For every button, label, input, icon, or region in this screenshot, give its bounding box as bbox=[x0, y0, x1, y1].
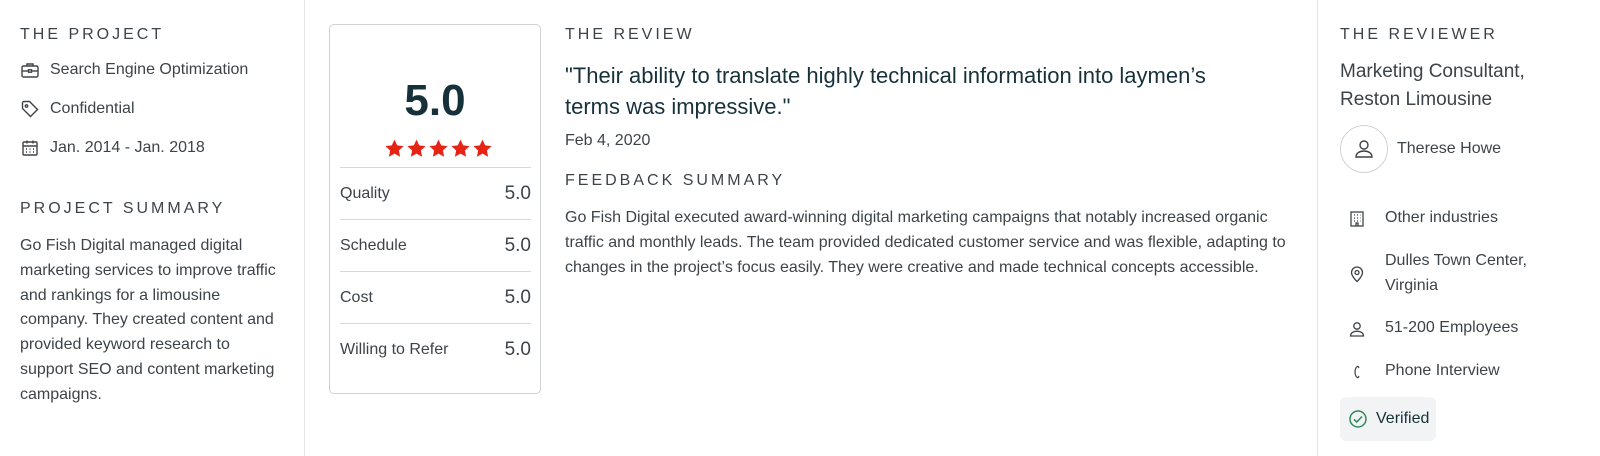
person-icon bbox=[1355, 140, 1373, 158]
star-icon bbox=[407, 139, 426, 157]
reviewer-section-title: THE REVIEWER bbox=[1340, 26, 1498, 43]
rating-row-value: 5.0 bbox=[504, 339, 531, 360]
tag-icon bbox=[20, 99, 40, 119]
reviewer-title: Marketing Consultant, Reston Limousine bbox=[1340, 61, 1525, 110]
project-dates-label: Jan. 2014 - Jan. 2018 bbox=[50, 139, 205, 156]
review-date: Feb 4, 2020 bbox=[565, 132, 651, 149]
reviewer-industry-label: Other industries bbox=[1385, 209, 1498, 226]
feedback-summary-title: FEEDBACK SUMMARY bbox=[565, 172, 786, 189]
rating-card: 5.0 Quality 5.0 Schedule 5.0 Cost 5.0 Willing … bbox=[329, 24, 541, 394]
project-service: Search Engine Optimization bbox=[20, 60, 248, 80]
overall-rating: 5.0 bbox=[404, 76, 466, 125]
rating-row-value: 5.0 bbox=[504, 235, 531, 256]
star-icon bbox=[385, 139, 404, 157]
verified-label: Verified bbox=[1376, 410, 1430, 427]
project-summary-title: PROJECT SUMMARY bbox=[20, 200, 226, 217]
reviewer-employees-label: 51-200 Employees bbox=[1385, 319, 1519, 336]
review-section-title: THE REVIEW bbox=[565, 26, 695, 43]
review-quote: "Their ability to translate highly techn… bbox=[565, 63, 1206, 119]
star-rating bbox=[384, 138, 493, 159]
rating-row-label: Schedule bbox=[340, 237, 407, 254]
star-icon bbox=[429, 139, 448, 157]
rating-row-value: 5.0 bbox=[504, 287, 531, 308]
rating-row: Cost 5.0 bbox=[340, 271, 531, 324]
project-summary-text: Go Fish Digital managed digital marketin… bbox=[20, 237, 276, 403]
star-icon bbox=[451, 139, 470, 157]
reviewer-name: Therese Howe bbox=[1397, 140, 1502, 157]
rating-row-label: Willing to Refer bbox=[340, 341, 449, 358]
rating-row-label: Cost bbox=[340, 289, 373, 306]
check-circle-icon bbox=[1349, 410, 1367, 428]
rating-row: Schedule 5.0 bbox=[340, 219, 531, 272]
reviewer-employees: 51-200 Employees bbox=[1348, 316, 1518, 341]
rating-row-value: 5.0 bbox=[504, 183, 531, 204]
reviewer-person: Therese Howe bbox=[1340, 125, 1501, 173]
reviewer-industry: Other industries bbox=[1348, 206, 1498, 231]
rating-row: Quality 5.0 bbox=[340, 167, 531, 220]
avatar bbox=[1340, 125, 1388, 173]
star-icon bbox=[473, 139, 492, 157]
phone-icon bbox=[1348, 359, 1366, 384]
feedback-summary-text: Go Fish Digital executed award-winning d… bbox=[565, 209, 1286, 276]
project-section-title: THE PROJECT bbox=[20, 26, 165, 43]
project-service-label: Search Engine Optimization bbox=[50, 61, 249, 78]
rating-row-label: Quality bbox=[340, 185, 390, 202]
project-budget-label: Confidential bbox=[50, 100, 135, 117]
reviewer-interview-label: Phone Interview bbox=[1385, 362, 1500, 379]
reviewer-location-label: Dulles Town Center, Virginia bbox=[1385, 252, 1527, 294]
map-pin-icon bbox=[1348, 249, 1366, 299]
person-icon bbox=[1348, 316, 1366, 341]
project-dates: Jan. 2014 - Jan. 2018 bbox=[20, 138, 205, 158]
reviewer-location: Dulles Town Center, Virginia bbox=[1348, 249, 1548, 299]
briefcase-icon bbox=[20, 60, 40, 80]
project-budget: Confidential bbox=[20, 99, 135, 119]
calendar-icon bbox=[20, 138, 40, 158]
rating-row: Willing to Refer 5.0 bbox=[340, 323, 531, 376]
building-icon bbox=[1348, 206, 1366, 231]
reviewer-interview: Phone Interview bbox=[1348, 359, 1500, 384]
verified-badge: Verified bbox=[1340, 397, 1436, 441]
